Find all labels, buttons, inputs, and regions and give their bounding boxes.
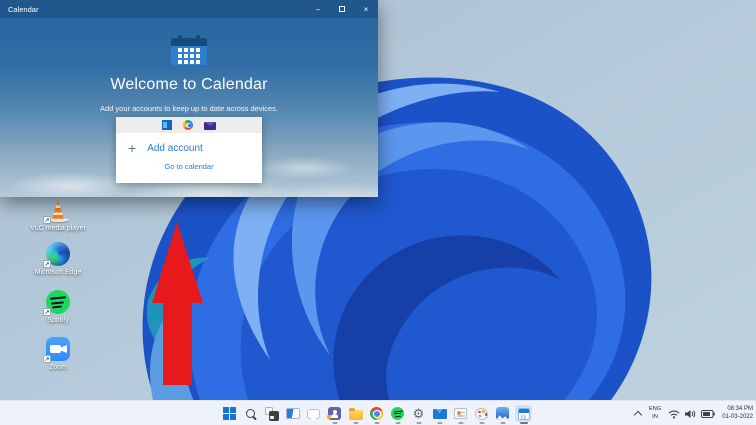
paint-button[interactable] bbox=[473, 405, 490, 422]
spotify-button[interactable] bbox=[389, 405, 406, 422]
chrome-icon bbox=[370, 407, 383, 420]
zoom-icon: ↗ bbox=[43, 336, 71, 363]
other-mail-icon bbox=[204, 121, 216, 130]
windows-logo-icon bbox=[223, 407, 236, 420]
teams-icon bbox=[327, 407, 341, 420]
add-account-label: Add account bbox=[147, 142, 203, 154]
paint-icon bbox=[475, 407, 488, 420]
photo-viewer-button[interactable] bbox=[452, 405, 469, 422]
maximize-button[interactable] bbox=[330, 0, 354, 18]
desktop-icon-label: Microsoft Edge bbox=[34, 269, 82, 276]
volume-icon bbox=[685, 409, 696, 418]
system-tray: ENG IN 08:34 PM 01-03-2022 bbox=[634, 401, 753, 425]
mail-icon bbox=[432, 408, 447, 419]
edge-icon: ↗ bbox=[43, 241, 71, 268]
shortcut-arrow-icon: ↗ bbox=[43, 308, 51, 316]
photos-icon bbox=[496, 407, 509, 420]
desktop-icon-vlc[interactable]: ↗ VLC media player bbox=[21, 197, 95, 233]
window-titlebar[interactable]: Calendar – × bbox=[0, 0, 378, 18]
desktop-icon-zoom[interactable]: ↗ Zoom bbox=[21, 336, 95, 372]
desktop-screen: ↗ VLC media player ↗ Microsoft Edge ↗ Sp… bbox=[0, 0, 756, 425]
folder-icon bbox=[348, 407, 363, 420]
photo-viewer-icon bbox=[454, 408, 467, 419]
add-account-button[interactable]: + Add account bbox=[116, 133, 262, 156]
welcome-subtitle: Add your accounts to keep up to date acr… bbox=[99, 104, 279, 113]
window-title: Calendar bbox=[8, 4, 39, 14]
calendar-window: Calendar – × Welcome to Calendar Add you… bbox=[0, 0, 378, 197]
chat-button[interactable] bbox=[305, 405, 322, 422]
taskbar-icon-group: ⚙ bbox=[221, 401, 532, 425]
close-button[interactable]: × bbox=[354, 0, 378, 18]
file-explorer-button[interactable] bbox=[347, 405, 364, 422]
search-button[interactable] bbox=[242, 405, 259, 422]
language-indicator[interactable]: ENG IN bbox=[649, 406, 662, 420]
outlook-icon bbox=[162, 120, 172, 130]
chrome-button[interactable] bbox=[368, 405, 385, 422]
task-view-button[interactable] bbox=[263, 405, 280, 422]
desktop-icon-edge[interactable]: ↗ Microsoft Edge bbox=[21, 241, 95, 277]
calendar-app-icon bbox=[171, 35, 207, 65]
shortcut-arrow-icon: ↗ bbox=[43, 260, 51, 268]
window-content: Welcome to Calendar Add your accounts to… bbox=[0, 18, 378, 197]
shortcut-arrow-icon: ↗ bbox=[43, 216, 51, 224]
plus-icon: + bbox=[128, 140, 137, 156]
gear-icon: ⚙ bbox=[412, 406, 425, 421]
vlc-icon: ↗ bbox=[43, 197, 71, 224]
clock[interactable]: 08:34 PM 01-03-2022 bbox=[722, 406, 753, 422]
tray-date: 01-03-2022 bbox=[722, 413, 753, 420]
widgets-button[interactable] bbox=[284, 405, 301, 422]
widgets-icon bbox=[285, 408, 300, 419]
spotify-icon bbox=[391, 407, 404, 420]
welcome-heading: Welcome to Calendar bbox=[110, 76, 268, 93]
quick-settings[interactable] bbox=[668, 409, 716, 419]
search-icon bbox=[246, 409, 255, 418]
language-line1: ENG bbox=[648, 406, 662, 413]
shortcut-arrow-icon: ↗ bbox=[43, 355, 51, 363]
desktop-icon-label: VLC media player bbox=[30, 225, 86, 232]
taskbar: ⚙ ENG IN 08:34 PM 01-03-2022 bbox=[0, 400, 756, 425]
hidden-icons-chevron[interactable] bbox=[634, 410, 642, 418]
start-button[interactable] bbox=[221, 405, 238, 422]
settings-button[interactable]: ⚙ bbox=[410, 405, 427, 422]
calendar-taskbar-button[interactable] bbox=[515, 405, 532, 422]
task-view-icon bbox=[264, 406, 279, 421]
teams-button[interactable] bbox=[326, 405, 343, 422]
provider-icons-row bbox=[116, 117, 262, 133]
tray-time: 08:34 PM bbox=[727, 405, 753, 412]
desktop-icon-label: Zoom bbox=[49, 364, 67, 371]
wifi-icon bbox=[668, 410, 680, 418]
photos-button[interactable] bbox=[494, 405, 511, 422]
account-panel: + Add account Go to calendar bbox=[116, 117, 262, 183]
calendar-icon bbox=[517, 407, 530, 420]
language-line2: IN bbox=[652, 413, 658, 420]
desktop-icon-spotify[interactable]: ↗ Spotify bbox=[21, 289, 95, 325]
go-to-calendar-link[interactable]: Go to calendar bbox=[116, 162, 262, 171]
battery-icon bbox=[701, 409, 716, 418]
desktop-icon-label: Spotify bbox=[47, 317, 69, 324]
chat-icon bbox=[307, 408, 320, 421]
spotify-icon: ↗ bbox=[43, 289, 71, 316]
maximize-icon bbox=[339, 6, 345, 12]
google-icon bbox=[183, 120, 193, 130]
minimize-button[interactable]: – bbox=[306, 0, 330, 18]
mail-button[interactable] bbox=[431, 405, 448, 422]
